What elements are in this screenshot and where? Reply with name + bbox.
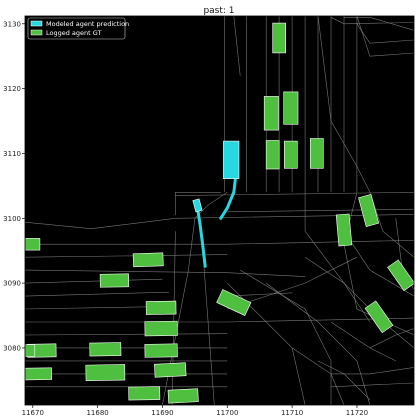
x-tick-label: 11680	[86, 409, 108, 417]
x-tick-label: 11710	[281, 409, 303, 417]
y-tick-label: 3120	[3, 85, 21, 93]
logged-agent-box	[145, 300, 177, 315]
y-tick-label: 3100	[3, 215, 21, 223]
logged-agent-box	[335, 213, 353, 247]
x-tick-label: 11720	[346, 409, 368, 417]
logged-agent-box	[272, 22, 287, 54]
y-tick-label: 3110	[3, 150, 21, 158]
x-tick-label: 11690	[151, 409, 173, 417]
logged-agent-box	[25, 367, 53, 381]
predicted-agent-box	[223, 140, 240, 180]
logged-agent-box	[89, 342, 122, 357]
logged-agent-box	[132, 252, 164, 268]
legend-swatch-prediction	[30, 20, 43, 27]
logged-agent-box	[144, 343, 178, 358]
logged-agent-box	[167, 388, 199, 404]
logged-agent-box	[263, 96, 279, 131]
logged-agent-box	[85, 364, 126, 382]
plot-area	[25, 16, 414, 405]
logged-agent-box	[128, 386, 161, 401]
logged-agent-box	[309, 138, 324, 169]
y-tick-label: 3130	[3, 20, 21, 28]
logged-agent-box	[99, 273, 130, 288]
logged-agent-box	[144, 320, 178, 337]
legend-label-prediction: Modeled agent prediction	[46, 20, 129, 28]
x-tick-label: 11670	[22, 409, 44, 417]
legend-swatch-logged-gt	[30, 29, 43, 36]
chart-figure: past: 1 11670 11680 11690 11700 11710 11720 30…	[0, 0, 420, 420]
logged-agent-box	[265, 140, 280, 170]
y-tick-label: 3090	[3, 280, 21, 288]
legend-label-logged-gt: Logged agent GT	[46, 29, 102, 37]
chart-title: past: 1	[203, 6, 234, 16]
logged-agent-box	[283, 91, 299, 125]
legend: Modeled agent prediction Logged agent GT	[27, 17, 129, 40]
x-tick-label: 11700	[216, 409, 238, 417]
logged-agent-box	[154, 362, 187, 378]
y-tick-label: 3080	[3, 344, 21, 352]
plot-background	[25, 16, 414, 405]
logged-agent-box	[283, 140, 298, 169]
